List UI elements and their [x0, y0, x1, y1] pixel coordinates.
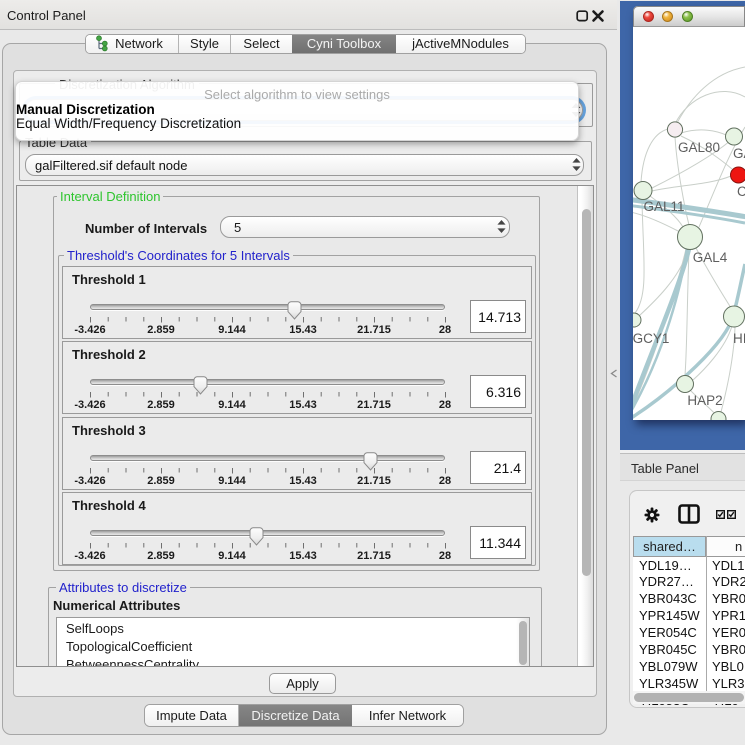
svg-text:GAL80: GAL80: [678, 140, 720, 155]
svg-text:GCY1: GCY1: [633, 331, 669, 346]
svg-text:HAP2: HAP2: [687, 393, 722, 408]
svg-text:GAL4: GAL4: [693, 250, 728, 265]
svg-text:GAL2: GAL2: [733, 146, 745, 161]
svg-text:HIS4: HIS4: [733, 331, 745, 346]
svg-text:GAL11: GAL11: [643, 199, 684, 214]
svg-text:CR: CR: [737, 184, 745, 199]
